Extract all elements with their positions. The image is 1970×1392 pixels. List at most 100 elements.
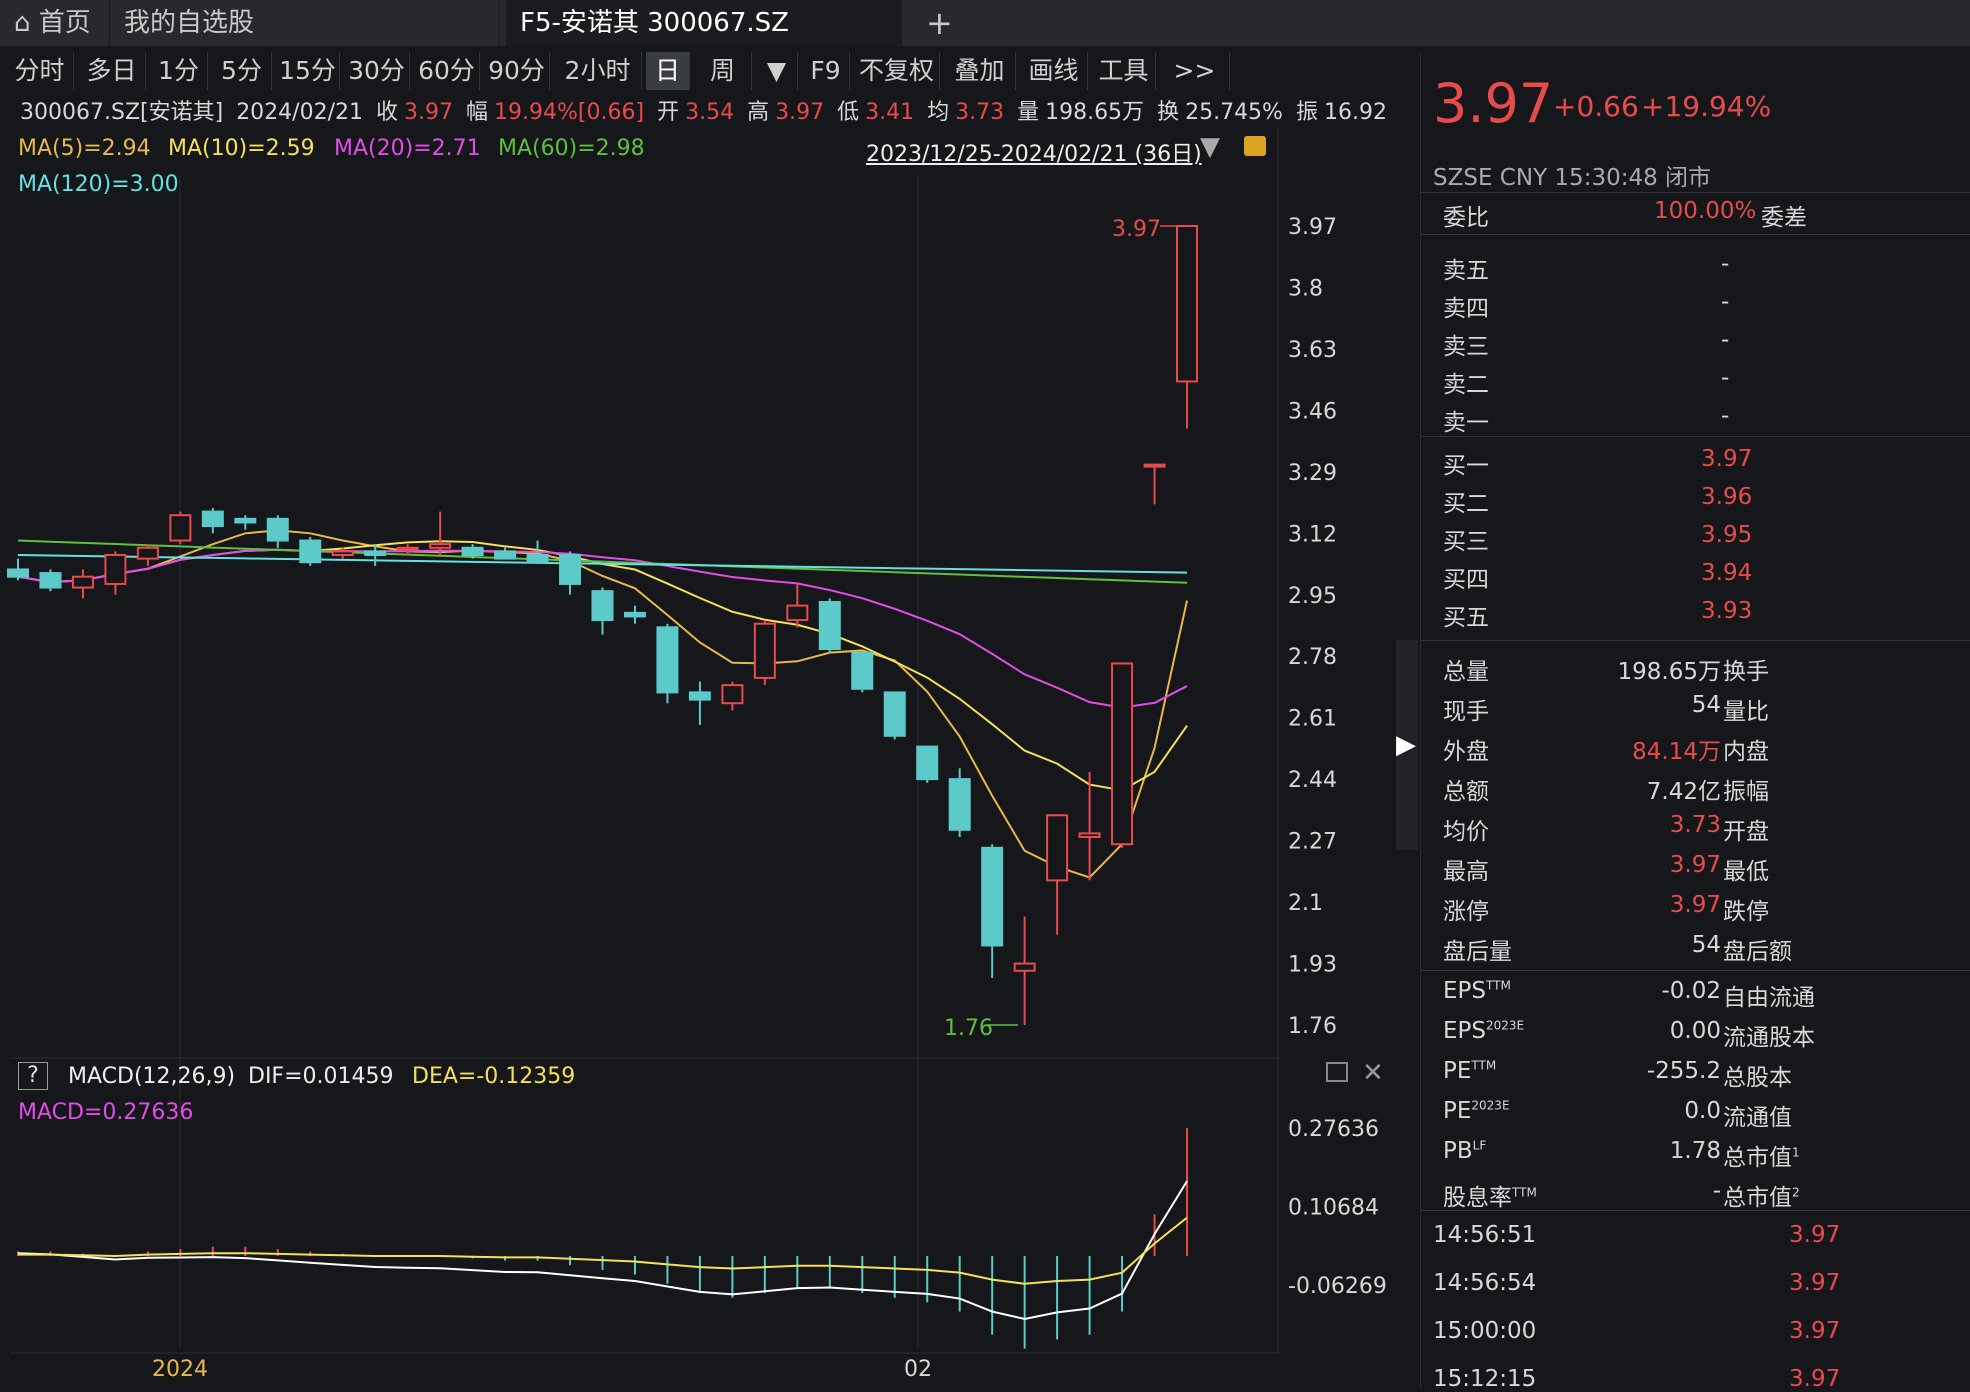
- ma5-line: [17, 529, 1188, 879]
- period-button-0[interactable]: 分时: [6, 52, 74, 90]
- plus-icon: +: [926, 4, 953, 42]
- add-tab-button[interactable]: +: [912, 0, 972, 46]
- bid-price: 3.96: [1701, 484, 1753, 510]
- quote-info-line: 300067.SZ[安诺其] 2024/02/21 收 3.97 幅 19.94%[…: [0, 94, 1400, 128]
- candle-body: [494, 550, 517, 560]
- bid-price: 3.93: [1701, 598, 1753, 624]
- stat-label: 总额: [1443, 779, 1489, 805]
- candle-body: [1078, 832, 1101, 839]
- ask-price: -: [1721, 289, 1730, 315]
- period-toolbar: 分时 多日 1分 5分 15分 30分 60分 90分 2小时日周 ▼ F9 不复权 叠加 画线 工具 >>: [0, 52, 1415, 90]
- trade-price: 3.97: [1789, 1270, 1841, 1296]
- change-value: 19.94%[0.66]: [494, 100, 645, 125]
- period-button-3[interactable]: 5分: [212, 52, 272, 90]
- stat-label: 现手: [1443, 699, 1489, 725]
- candle-body: [331, 550, 354, 556]
- candle-body: [916, 745, 939, 781]
- period-button-8[interactable]: 2小时: [554, 52, 642, 90]
- fin-label-2: 总市值2: [1723, 1178, 1800, 1212]
- period-button-5[interactable]: 30分: [344, 52, 410, 90]
- stat-label: 最高: [1443, 859, 1489, 885]
- fin-sup: 2023E: [1471, 1098, 1510, 1113]
- fin-sup: TTM: [1512, 1185, 1537, 1200]
- period-button-9[interactable]: 日: [646, 52, 690, 90]
- ask-price: -: [1721, 327, 1730, 353]
- trade-price: 3.97: [1789, 1318, 1841, 1344]
- bid-price: 3.95: [1701, 522, 1753, 548]
- period-button-4[interactable]: 15分: [276, 52, 340, 90]
- quote-panel: 3.97 +0.66 +19.94% SZSE CNY 15:30:48 闭市 …: [1420, 54, 1970, 1392]
- turnover-label: 换: [1157, 100, 1180, 125]
- max-price-marker: 3.97: [1112, 217, 1161, 242]
- period-button-13[interactable]: 不复权: [854, 52, 940, 90]
- stat-label-2: 最低: [1723, 859, 1769, 885]
- period-button-12[interactable]: F9: [802, 52, 850, 90]
- low-value: 3.41: [865, 100, 915, 125]
- fin-sup: TTM: [1486, 978, 1511, 993]
- period-button-10[interactable]: 周: [694, 52, 752, 90]
- trade-time: 15:00:00: [1433, 1318, 1537, 1344]
- period-button-11[interactable]: ▼: [756, 52, 798, 90]
- price-tick: 2.27: [1288, 830, 1337, 855]
- triangle-right-icon[interactable]: ▶: [1396, 730, 1416, 760]
- fin-name: PE: [1443, 1098, 1472, 1124]
- price-tick: 3.29: [1288, 461, 1337, 486]
- price-tick: 3.63: [1288, 338, 1337, 363]
- macd-value: MACD=0.27636: [18, 1100, 194, 1125]
- close-value: 3.97: [404, 100, 453, 125]
- high-value: 3.97: [775, 100, 825, 125]
- candle-body: [39, 572, 62, 589]
- period-button-17[interactable]: >>: [1160, 52, 1230, 90]
- divider: [1421, 1210, 1970, 1211]
- fin-label-2: 流通值: [1723, 1098, 1792, 1132]
- tab-label: 首页: [38, 8, 91, 38]
- tab-stock[interactable]: F5-安诺其 300067.SZ: [506, 0, 902, 46]
- price-tick: 3.8: [1288, 276, 1323, 301]
- price-tick: 3.46: [1288, 399, 1337, 424]
- tab-home[interactable]: ⌂ 首页: [0, 0, 110, 46]
- tab-bar: ⌂ 首页 我的自选股 F5-安诺其 300067.SZ +: [0, 0, 1970, 46]
- candle-body: [981, 846, 1004, 947]
- stat-label: 盘后量: [1443, 939, 1512, 965]
- maximize-icon[interactable]: [1326, 1062, 1348, 1082]
- candle-body: [136, 546, 159, 560]
- candle-body: [7, 568, 29, 578]
- trade-price: 3.97: [1789, 1222, 1841, 1248]
- ask-label: 卖五: [1443, 258, 1489, 284]
- trade-price: 3.97: [1789, 1366, 1841, 1392]
- help-icon[interactable]: ?: [18, 1062, 48, 1090]
- fin-name: PE: [1443, 1058, 1472, 1084]
- kline-chart[interactable]: 3.97 3.8 3.63 3.46 3.29 3.12 2.95 2.78 2.61 2.44 2…: [0, 128, 1400, 1390]
- macd-dea: DEA=-0.12359: [412, 1064, 576, 1089]
- fin-name: PB: [1443, 1138, 1473, 1164]
- candle-body: [461, 546, 484, 556]
- period-button-7[interactable]: 90分: [484, 52, 550, 90]
- avg-value: 3.73: [955, 100, 1005, 125]
- fin-label: PE2023E: [1443, 1098, 1510, 1124]
- tab-watchlist[interactable]: 我的自选股: [110, 0, 500, 46]
- stat-value: 54: [1691, 932, 1721, 958]
- period-button-6[interactable]: 60分: [414, 52, 480, 90]
- period-button-16[interactable]: 工具: [1092, 52, 1156, 90]
- close-icon[interactable]: ✕: [1362, 1058, 1384, 1088]
- avg-label: 均: [927, 100, 950, 125]
- period-button-14[interactable]: 叠加: [944, 52, 1016, 90]
- stat-value: 84.14万: [1632, 739, 1721, 765]
- weicha-label: 委差: [1761, 205, 1807, 231]
- stat-label: 外盘: [1443, 739, 1489, 765]
- fin-value: 0.00: [1669, 1018, 1721, 1044]
- candle-body: [104, 554, 127, 585]
- candle-body: [364, 550, 387, 556]
- stat-value: 54: [1691, 692, 1721, 718]
- period-button-2[interactable]: 1分: [150, 52, 208, 90]
- period-button-1[interactable]: 多日: [78, 52, 146, 90]
- stat-label-2: 内盘: [1723, 739, 1769, 765]
- stat-label: 涨停: [1443, 899, 1489, 925]
- period-button-15[interactable]: 画线: [1020, 52, 1088, 90]
- bid-label: 买一: [1443, 453, 1489, 479]
- fin-label: EPSTTM: [1443, 978, 1511, 1004]
- bid-label: 买四: [1443, 567, 1489, 593]
- stat-label-2: 振幅: [1723, 779, 1769, 805]
- last-price: 3.97: [1433, 72, 1554, 135]
- volume-label: 量: [1017, 100, 1040, 125]
